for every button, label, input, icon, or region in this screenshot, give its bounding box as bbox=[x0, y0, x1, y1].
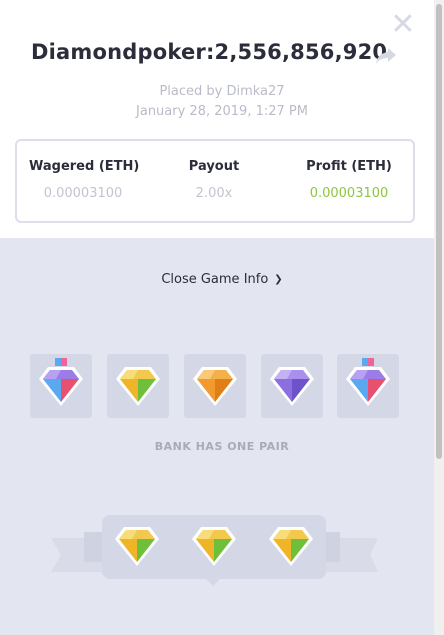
share-arrow-icon[interactable] bbox=[375, 46, 397, 66]
stat-profit: Profit (ETH) 0.00003100 bbox=[299, 159, 399, 201]
scrollbar[interactable] bbox=[434, 0, 444, 635]
player-gem-slot-1 bbox=[30, 354, 92, 418]
player-gem-slot-4 bbox=[261, 354, 323, 418]
result-text: BANK HAS ONE PAIR bbox=[154, 440, 290, 453]
profit-label: Profit (ETH) bbox=[306, 159, 392, 174]
title-row: Diamondpoker:2,556,856,920 bbox=[0, 40, 444, 74]
yellow-green-gem-icon bbox=[115, 527, 159, 566]
bank-tray-notch bbox=[205, 578, 221, 586]
wagered-label: Wagered (ETH) bbox=[29, 159, 140, 174]
stat-wagered: Wagered (ETH) 0.00003100 bbox=[29, 159, 140, 201]
scrollbar-thumb[interactable] bbox=[436, 4, 442, 459]
chevron-down-icon: ❯ bbox=[274, 274, 283, 285]
player-gem-slot-5 bbox=[337, 354, 399, 418]
wagered-value: 0.00003100 bbox=[43, 186, 123, 201]
orange-gem-icon bbox=[193, 367, 237, 406]
yellow-green-gem-icon bbox=[116, 367, 160, 406]
placed-by: Placed by Dimka27 bbox=[159, 84, 285, 99]
bet-date: January 28, 2019, 1:27 PM bbox=[136, 104, 308, 119]
close-icon[interactable]: ✕ bbox=[390, 10, 416, 40]
yellow-green-gem-icon bbox=[192, 527, 236, 566]
player-gem-slot-2 bbox=[107, 354, 169, 418]
stats-panel: Wagered (ETH) 0.00003100 Payout 2.00x Pr… bbox=[15, 139, 415, 223]
toggle-label: Close Game Info bbox=[161, 272, 269, 287]
payout-value: 2.00x bbox=[195, 186, 233, 201]
multicolor-gem-icon bbox=[39, 367, 83, 406]
profit-value: 0.00003100 bbox=[309, 186, 389, 201]
close-game-info-toggle[interactable]: Close Game Info ❯ bbox=[0, 272, 444, 287]
page-title: Diamondpoker:2,556,856,920 bbox=[31, 40, 388, 64]
yellow-green-gem-icon bbox=[269, 527, 313, 566]
player-gem-slot-3 bbox=[184, 354, 246, 418]
purple-gem-icon bbox=[270, 367, 314, 406]
multicolor-gem-icon bbox=[346, 367, 390, 406]
pair-marker bbox=[55, 351, 67, 366]
payout-label: Payout bbox=[188, 159, 240, 174]
pair-marker bbox=[362, 351, 374, 366]
stat-payout: Payout 2.00x bbox=[179, 159, 249, 201]
